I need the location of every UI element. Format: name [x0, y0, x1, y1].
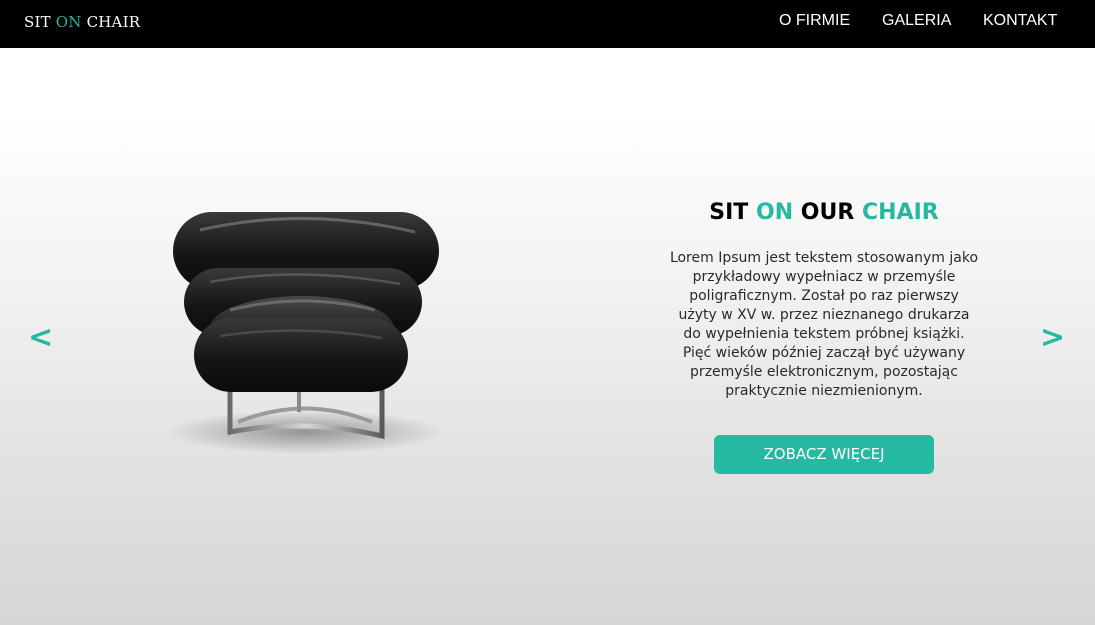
nav-link-galeria[interactable]: GALERIA	[882, 12, 951, 30]
headline-word-on: ON	[756, 200, 794, 225]
slide-headline: SIT ON OUR CHAIR	[638, 200, 1010, 225]
headline-word-our: OUR	[800, 200, 855, 225]
chair-shadow	[165, 410, 445, 454]
headline-word-sit: SIT	[709, 200, 749, 225]
nav-link-o-firmie[interactable]: O FIRMIE	[779, 12, 850, 30]
chair-roll-bottom	[194, 318, 408, 392]
nav-link-kontakt[interactable]: KONTAKT	[983, 12, 1057, 30]
headline-word-chair: CHAIR	[861, 200, 939, 225]
top-navbar: SIT ON CHAIR O FIRMIE GALERIA KONTAKT	[0, 0, 1095, 48]
main-nav: O FIRMIE GALERIA KONTAKT	[0, 12, 1095, 34]
see-more-button[interactable]: ZOBACZ WIĘCEJ	[714, 435, 934, 474]
slide-description: Lorem Ipsum jest tekstem stosowanym jako…	[669, 250, 979, 399]
chevron-right-icon[interactable]: >	[1040, 323, 1065, 353]
chevron-left-icon[interactable]: <	[28, 323, 53, 353]
chair-image	[165, 212, 445, 454]
